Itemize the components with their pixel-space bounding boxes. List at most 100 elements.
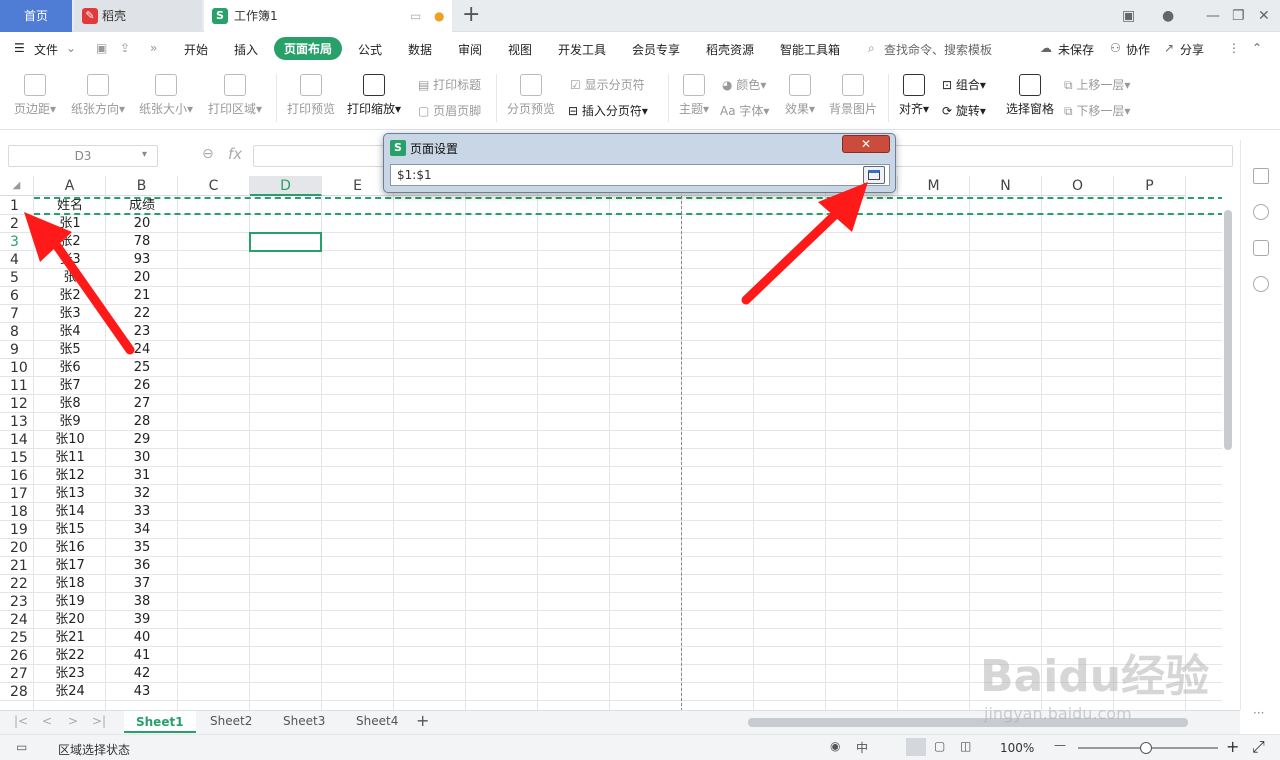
fx-label[interactable]: fx bbox=[228, 145, 242, 163]
row-header[interactable]: 17 bbox=[0, 485, 34, 503]
selection-pane-button[interactable]: 选择窗格 bbox=[1004, 74, 1056, 117]
vertical-scrollbar[interactable] bbox=[1222, 190, 1234, 710]
row-header[interactable]: 3 bbox=[0, 233, 34, 251]
sheet-tab-1[interactable]: Sheet1 bbox=[124, 711, 196, 733]
cell-score[interactable]: 25 bbox=[106, 359, 178, 377]
tab-daoke[interactable]: ✎ 稻壳 bbox=[74, 0, 202, 32]
colors-button[interactable]: ◕ 颜色▾ bbox=[722, 76, 766, 93]
row-header[interactable]: 26 bbox=[0, 647, 34, 665]
row-header[interactable]: 9 bbox=[0, 341, 34, 359]
last-sheet-icon[interactable]: >| bbox=[92, 714, 106, 728]
dialog-close-button[interactable]: ✕ bbox=[842, 135, 890, 153]
column-header[interactable]: D bbox=[250, 176, 322, 196]
cell-score[interactable]: 29 bbox=[106, 431, 178, 449]
image-icon[interactable] bbox=[1253, 240, 1269, 256]
cell-score[interactable]: 42 bbox=[106, 665, 178, 683]
column-header[interactable]: C bbox=[178, 176, 250, 196]
menu-file[interactable]: 文件 bbox=[34, 41, 58, 58]
cell-name[interactable]: 张15 bbox=[34, 521, 106, 539]
background-image-button[interactable]: 背景图片 bbox=[826, 74, 880, 117]
row-header[interactable]: 14 bbox=[0, 431, 34, 449]
window-icon[interactable]: ▭ bbox=[410, 0, 421, 32]
row-header[interactable]: 10 bbox=[0, 359, 34, 377]
active-cell-D3[interactable] bbox=[249, 232, 322, 252]
menu-view[interactable]: 视图 bbox=[508, 41, 532, 58]
chevron-down-icon[interactable]: ⌄ bbox=[66, 41, 76, 55]
cell-name[interactable]: 张13 bbox=[34, 485, 106, 503]
cell-name[interactable]: 张6 bbox=[34, 359, 106, 377]
menu-review[interactable]: 审阅 bbox=[458, 41, 482, 58]
column-header[interactable]: N bbox=[970, 176, 1042, 196]
cell-score[interactable]: 27 bbox=[106, 395, 178, 413]
cell-name[interactable]: 张17 bbox=[34, 557, 106, 575]
row-header[interactable]: 19 bbox=[0, 521, 34, 539]
more-horizontal-icon[interactable]: ··· bbox=[1253, 706, 1264, 720]
row-header[interactable]: 23 bbox=[0, 593, 34, 611]
cell-name[interactable]: 张5 bbox=[34, 341, 106, 359]
row-header[interactable]: 24 bbox=[0, 611, 34, 629]
new-tab-button[interactable]: + bbox=[462, 0, 480, 30]
cell-score[interactable]: 23 bbox=[106, 323, 178, 341]
cell-name[interactable]: 张19 bbox=[34, 593, 106, 611]
cell-name[interactable]: 张3 bbox=[34, 305, 106, 323]
rotate-button[interactable]: ⟳ 旋转▾ bbox=[942, 102, 986, 119]
show-page-breaks-checkbox[interactable]: ☑ 显示分页符 bbox=[570, 76, 645, 93]
restore-icon[interactable]: ❐ bbox=[1232, 0, 1245, 32]
range-input[interactable]: $1:$1 bbox=[390, 164, 890, 186]
cell-name[interactable]: 张18 bbox=[34, 575, 106, 593]
tab-workbook[interactable]: S 工作簿1 ▭ ● bbox=[204, 0, 452, 32]
zoom-slider-thumb[interactable] bbox=[1140, 742, 1152, 754]
cell-score[interactable]: 36 bbox=[106, 557, 178, 575]
column-header[interactable]: B bbox=[106, 176, 178, 196]
menu-data[interactable]: 数据 bbox=[408, 41, 432, 58]
theme-button[interactable]: 主题▾ bbox=[676, 74, 712, 117]
row-header[interactable]: 27 bbox=[0, 665, 34, 683]
cell-score[interactable]: 41 bbox=[106, 647, 178, 665]
cell-name[interactable]: 张1 bbox=[34, 215, 106, 233]
select-all-corner[interactable]: ◢ bbox=[0, 176, 34, 196]
page-layout-view-icon[interactable]: ▢ bbox=[934, 739, 945, 753]
zoom-level[interactable]: 100% bbox=[1000, 741, 1034, 755]
unsaved-label[interactable]: 未保存 bbox=[1058, 41, 1094, 58]
cell-name[interactable]: 张 bbox=[34, 269, 106, 287]
add-sheet-button[interactable]: + bbox=[416, 711, 429, 730]
cell-score[interactable]: 31 bbox=[106, 467, 178, 485]
name-box[interactable]: D3 bbox=[8, 145, 158, 167]
cell-score[interactable]: 28 bbox=[106, 413, 178, 431]
command-search[interactable]: 查找命令、搜索模板 bbox=[884, 41, 992, 58]
cell-score[interactable]: 39 bbox=[106, 611, 178, 629]
cell-score[interactable]: 38 bbox=[106, 593, 178, 611]
column-header[interactable]: M bbox=[898, 176, 970, 196]
cell-score[interactable]: 34 bbox=[106, 521, 178, 539]
row-header[interactable]: 28 bbox=[0, 683, 34, 701]
insert-page-break-button[interactable]: ⊟ 插入分页符▾ bbox=[568, 102, 648, 119]
cell-name[interactable]: 张4 bbox=[34, 323, 106, 341]
search-icon[interactable]: ⌕ bbox=[868, 41, 875, 56]
menu-formula[interactable]: 公式 bbox=[358, 41, 382, 58]
cell-score[interactable]: 30 bbox=[106, 449, 178, 467]
cell-name[interactable]: 张7 bbox=[34, 377, 106, 395]
effects-button[interactable]: 效果▾ bbox=[782, 74, 818, 117]
close-icon[interactable]: ✕ bbox=[1258, 0, 1270, 32]
header-footer-button[interactable]: ▢ 页眉页脚 bbox=[418, 102, 481, 119]
cell-name[interactable]: 张23 bbox=[34, 665, 106, 683]
next-sheet-icon[interactable]: > bbox=[68, 714, 78, 728]
cell-name[interactable]: 张20 bbox=[34, 611, 106, 629]
paper-size-button[interactable]: 纸张大小▾ bbox=[136, 74, 196, 117]
cell-name[interactable]: 张10 bbox=[34, 431, 106, 449]
tab-home[interactable]: 首页 bbox=[0, 0, 72, 32]
cell-score[interactable]: 32 bbox=[106, 485, 178, 503]
fonts-button[interactable]: Aa 字体▾ bbox=[720, 102, 769, 119]
cell-score[interactable]: 40 bbox=[106, 629, 178, 647]
cell-name[interactable]: 张24 bbox=[34, 683, 106, 701]
cell-name[interactable]: 张14 bbox=[34, 503, 106, 521]
row-header[interactable]: 6 bbox=[0, 287, 34, 305]
cell-name[interactable]: 张8 bbox=[34, 395, 106, 413]
row-header[interactable]: 1 bbox=[0, 197, 34, 215]
cell-score[interactable]: 20 bbox=[106, 215, 178, 233]
row-header[interactable]: 20 bbox=[0, 539, 34, 557]
avatar[interactable]: ● bbox=[1162, 0, 1174, 32]
share-button[interactable]: 分享 bbox=[1180, 41, 1204, 58]
input-method-icon[interactable]: 中 bbox=[856, 739, 868, 756]
prev-sheet-icon[interactable]: < bbox=[42, 714, 52, 728]
